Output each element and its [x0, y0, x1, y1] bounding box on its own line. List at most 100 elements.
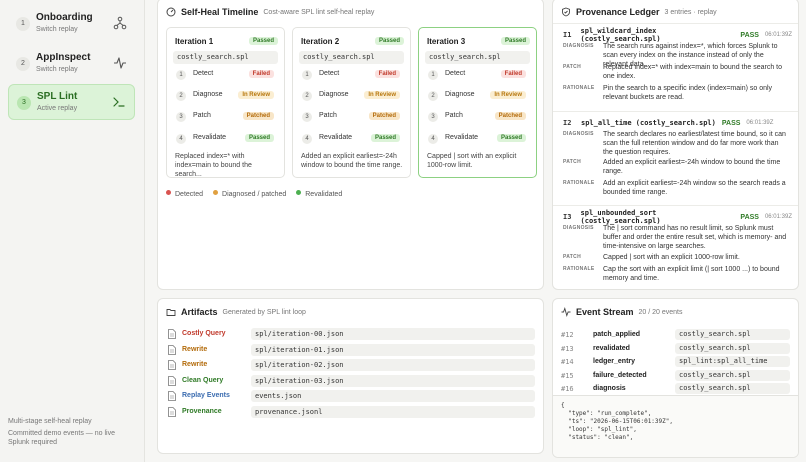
- panel-subtitle: Generated by SPL lint loop: [222, 308, 306, 316]
- event-type: diagnosis: [593, 385, 626, 392]
- iteration-card[interactable]: Iteration 1 Passed costly_search.spl 1 De…: [166, 27, 285, 178]
- file-icon: [168, 329, 176, 339]
- step-revalidate: 4 Revalidate Passed: [425, 132, 530, 146]
- panel-title: Artifacts: [181, 307, 218, 317]
- row-key: RATIONALE: [563, 85, 595, 91]
- status-badge: In Review: [490, 91, 526, 99]
- panel-title: Event Stream: [576, 307, 634, 317]
- step-number: 4: [302, 134, 312, 144]
- footer-line: Committed demo events — no live Splunk r…: [8, 430, 115, 446]
- status-badge: Passed: [248, 37, 278, 45]
- iteration-card[interactable]: Iteration 2 Passed costly_search.spl 1 De…: [292, 27, 411, 178]
- legend-label: Detected: [175, 191, 204, 198]
- legend-item: Diagnosed / patched: [213, 190, 286, 198]
- nav-title: SPL Lint: [37, 91, 78, 102]
- event-row[interactable]: #14 ledger_entry spl_lint:spl_all_time: [561, 356, 790, 368]
- status-badge: In Review: [364, 91, 400, 99]
- event-row[interactable]: #16 diagnosis costly_search.spl: [561, 383, 790, 395]
- network-icon: [113, 16, 127, 30]
- ledger-entry-header: I1 spl_wildcard_index (costly_search.spl…: [563, 27, 792, 43]
- nav-step-number: 1: [16, 17, 30, 31]
- step-revalidate: 4 Revalidate Passed: [299, 132, 404, 146]
- step-label: Revalidate: [319, 134, 353, 141]
- status-badge: Failed: [500, 70, 526, 78]
- ledger-entry[interactable]: I1 spl_wildcard_index (costly_search.spl…: [553, 23, 798, 111]
- legend-dot: [213, 190, 219, 195]
- entry-id: I2: [563, 119, 572, 127]
- iteration-card-selected[interactable]: Iteration 3 Passed costly_search.spl 1 De…: [418, 27, 537, 178]
- step-number: 2: [176, 91, 186, 101]
- artifact-row[interactable]: Costly Query spl/iteration-00.json: [166, 327, 535, 342]
- event-type: revalidated: [593, 344, 630, 352]
- entry-id: I1: [563, 31, 572, 39]
- nav-step-number: 3: [17, 96, 31, 110]
- nav-subtitle: Switch replay: [36, 26, 78, 33]
- event-row[interactable]: #15 failure_detected costly_search.spl: [561, 369, 790, 382]
- event-row[interactable]: #12 patch_applied costly_search.spl: [561, 329, 790, 341]
- artifacts-panel: Artifacts Generated by SPL lint loop Cos…: [157, 298, 544, 454]
- artifact-name: Provenance: [182, 407, 222, 415]
- status-badge: Patched: [242, 112, 274, 120]
- status-badge: Passed: [496, 134, 526, 142]
- row-key: RATIONALE: [563, 266, 595, 272]
- artifact-row[interactable]: Clean Query spl/iteration-03.json: [166, 374, 535, 389]
- event-target: costly_search.spl: [675, 383, 790, 394]
- row-key: PATCH: [563, 254, 581, 260]
- step-number: 4: [428, 134, 438, 144]
- artifact-row[interactable]: Rewrite spl/iteration-02.json: [166, 358, 535, 373]
- entry-timestamp: 06:01:39Z: [764, 214, 792, 220]
- step-diagnose: 2 Diagnose In Review: [173, 89, 278, 103]
- artifact-file: events.json: [251, 390, 535, 402]
- step-label: Revalidate: [445, 134, 479, 141]
- sidebar-item-spl-lint[interactable]: 3 SPL Lint Active replay: [8, 84, 135, 120]
- self-heal-timeline-panel: Self-Heal Timeline Cost-aware SPL lint s…: [157, 0, 544, 290]
- row-value: The search declares no earliest/latest t…: [603, 131, 786, 156]
- legend-item: Revalidated: [296, 190, 342, 198]
- terminal-icon: [113, 97, 125, 107]
- row-key: DIAGNOSIS: [563, 225, 594, 231]
- event-number: #16: [561, 385, 574, 393]
- step-detect: 1 Detect Failed: [425, 68, 530, 82]
- file-icon: [168, 391, 176, 401]
- nav-title: AppInspect: [36, 52, 91, 63]
- status-badge: Passed: [244, 134, 274, 142]
- artifact-name: Costly Query: [182, 330, 226, 337]
- entry-rule: spl_all_time (costly_search.spl): [581, 119, 716, 127]
- folder-icon: [166, 309, 176, 316]
- file-icon: [168, 375, 176, 386]
- legend-item: Detected: [166, 190, 203, 198]
- status-badge: In Review: [238, 91, 274, 99]
- row-key: RATIONALE: [563, 180, 595, 186]
- iteration-file: costly_search.spl: [173, 51, 278, 64]
- status-badge: Passed: [500, 37, 530, 45]
- entry-result: PASS: [740, 213, 759, 221]
- panel-subtitle: 3 entries · replay: [664, 8, 717, 16]
- sidebar-item-onboarding[interactable]: 1 Onboarding Switch replay: [8, 6, 135, 42]
- ledger-entry[interactable]: I3 spl_unbounded_sort (costly_search.spl…: [553, 205, 798, 289]
- artifact-row[interactable]: Replay Events events.json: [166, 389, 535, 404]
- ledger-entry-header: I2 spl_all_time (costly_search.spl) PASS…: [563, 116, 792, 130]
- step-diagnose: 2 Diagnose In Review: [425, 89, 530, 103]
- event-row[interactable]: #13 revalidated costly_search.spl: [561, 342, 790, 355]
- event-target: costly_search.spl: [675, 369, 790, 381]
- event-number: #12: [561, 331, 574, 339]
- sidebar-footer: Multi-stage self-heal replay Committed d…: [8, 417, 136, 450]
- sidebar-item-appinspect[interactable]: 2 AppInspect Switch replay: [8, 46, 135, 82]
- step-detect: 1 Detect Failed: [299, 68, 404, 82]
- legend-label: Revalidated: [305, 191, 343, 198]
- step-label: Detect: [193, 70, 214, 77]
- event-stream-panel: Event Stream 20 / 20 events #12 patch_app…: [552, 298, 799, 458]
- step-patch: 3 Patch Patched: [299, 110, 404, 124]
- provenance-ledger-panel: Provenance Ledger 3 entries · replay I1 …: [552, 0, 799, 290]
- gauge-icon: [166, 7, 176, 17]
- iteration-title: Iteration 2: [301, 37, 340, 46]
- artifact-row[interactable]: Rewrite spl/iteration-01.json: [166, 343, 535, 358]
- step-label: Detect: [319, 70, 340, 77]
- row-value: The | sort command has no result limit, …: [603, 225, 787, 250]
- step-label: Patch: [319, 112, 337, 119]
- ledger-entry[interactable]: I2 spl_all_time (costly_search.spl) PASS…: [553, 111, 798, 203]
- status-badge: Failed: [374, 70, 400, 78]
- event-number: #14: [561, 358, 574, 366]
- legend-label: Diagnosed / patched: [222, 191, 287, 198]
- artifact-row[interactable]: Provenance provenance.jsonl: [166, 405, 535, 420]
